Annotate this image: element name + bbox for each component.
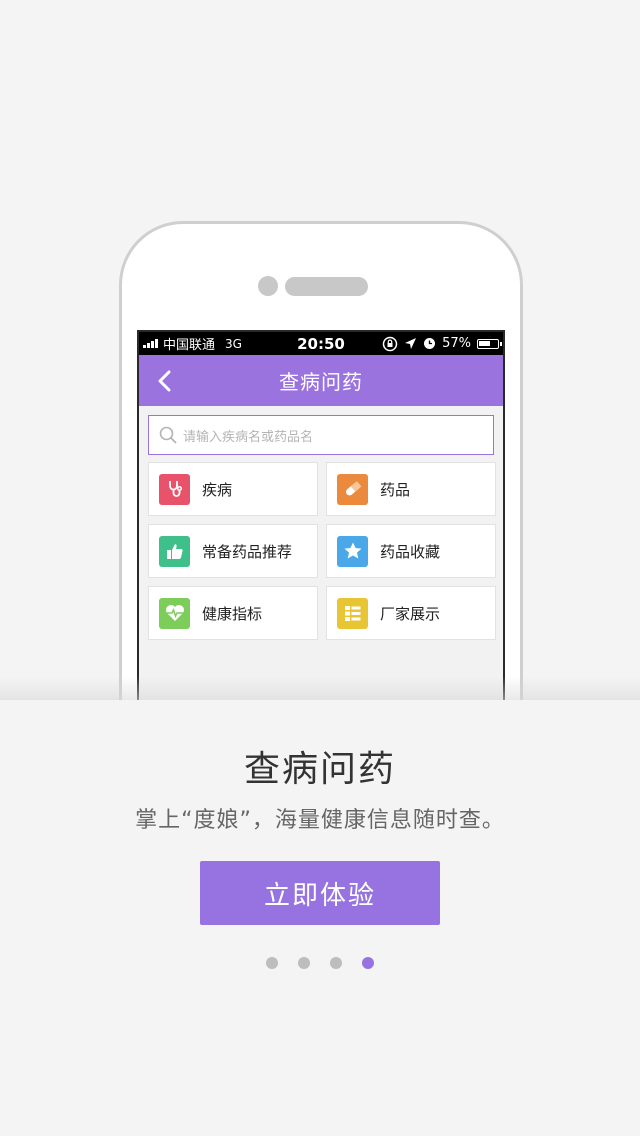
menu-item-label: 疾病 [202, 480, 233, 499]
menu-item-label: 健康指标 [202, 604, 263, 623]
page-dot[interactable] [298, 957, 310, 969]
menu-item-drug-favorites[interactable]: 药品收藏 [326, 524, 496, 578]
menu-grid: 疾病 药品 常备药品推荐 药品收藏 健康指标 厂家展示 [148, 462, 496, 640]
menu-item-disease[interactable]: 疾病 [148, 462, 318, 516]
menu-item-drugs[interactable]: 药品 [326, 462, 496, 516]
list-icon [337, 597, 368, 629]
page-dot[interactable] [330, 957, 342, 969]
phone-screen: 中国联通 3G 20:50 57% 查病问药 请输入疾病名或药品名 疾病 药品 … [137, 330, 505, 730]
intro-subline: 掌上“度娘”，海量健康信息随时查。 [135, 808, 505, 833]
page-dot[interactable] [362, 957, 374, 969]
alarm-icon [424, 338, 436, 349]
back-button[interactable] [153, 368, 175, 394]
stethoscope-icon [159, 473, 190, 505]
menu-item-recommended-drugs[interactable]: 常备药品推荐 [148, 524, 318, 578]
app-title: 查病问药 [279, 370, 363, 394]
status-bar: 中国联通 3G 20:50 57% [139, 332, 503, 355]
phone-speaker [285, 277, 368, 296]
thumbs-up-icon [159, 535, 190, 567]
menu-item-label: 常备药品推荐 [202, 542, 293, 561]
star-icon [337, 535, 368, 567]
page-indicator [0, 957, 640, 969]
carrier-name: 中国联通 [163, 338, 216, 353]
battery-icon [477, 338, 502, 349]
rotation-lock-icon [382, 336, 398, 351]
intro-headline: 查病问药 [243, 749, 396, 790]
menu-item-manufacturers[interactable]: 厂家展示 [326, 586, 496, 640]
pill-icon [337, 473, 368, 505]
heart-pulse-icon [159, 597, 190, 629]
signal-icon [143, 339, 158, 348]
menu-item-health-indicators[interactable]: 健康指标 [148, 586, 318, 640]
phone-camera [258, 276, 278, 296]
search-icon [159, 426, 177, 444]
panel-shadow [0, 676, 640, 700]
network-type: 3G [225, 336, 242, 351]
menu-item-label: 厂家展示 [380, 604, 441, 623]
menu-item-label: 药品收藏 [380, 542, 441, 561]
app-nav-bar: 查病问药 [139, 355, 503, 406]
search-input[interactable]: 请输入疾病名或药品名 [148, 415, 494, 455]
battery-percent: 57% [442, 336, 471, 351]
try-now-button[interactable]: 立即体验 [200, 861, 440, 925]
search-placeholder: 请输入疾病名或药品名 [183, 429, 314, 445]
chevron-left-icon [158, 370, 171, 392]
page-dot[interactable] [266, 957, 278, 969]
location-icon [405, 338, 417, 349]
menu-item-label: 药品 [380, 480, 411, 499]
